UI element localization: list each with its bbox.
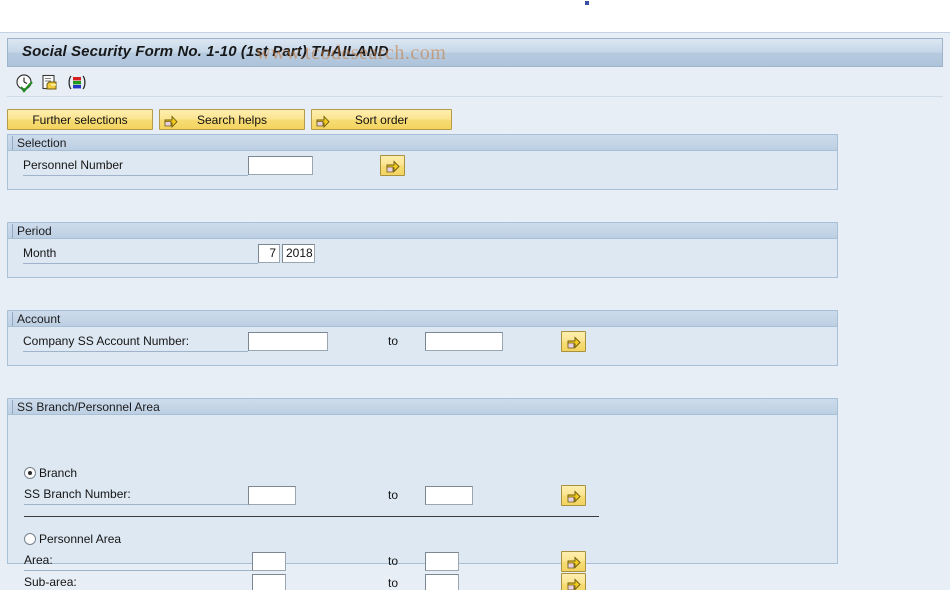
arrow-right-icon bbox=[315, 112, 331, 129]
ss-branch-number-label: SS Branch Number: bbox=[24, 487, 131, 501]
sap-application-window: Social Security Form No. 1-10 (1st Part)… bbox=[0, 0, 950, 590]
personnel-area-radio-label: Personnel Area bbox=[39, 532, 122, 546]
branch-radio-icon[interactable] bbox=[24, 467, 36, 479]
sort-order-button[interactable]: Sort order bbox=[311, 109, 452, 130]
selection-panel-title: Selection bbox=[17, 136, 67, 150]
area-to-input[interactable] bbox=[425, 552, 459, 571]
ss-branch-multiple-selection-button[interactable] bbox=[561, 485, 586, 506]
multiple-selection-arrow-icon bbox=[567, 556, 581, 569]
personnel-area-radio-icon[interactable] bbox=[24, 533, 36, 545]
branch-radio-option[interactable]: Branch bbox=[24, 466, 77, 480]
account-multiple-selection-button[interactable] bbox=[561, 331, 586, 352]
field-underline bbox=[23, 175, 248, 176]
company-ss-account-label: Company SS Account Number: bbox=[23, 334, 190, 348]
further-selections-button[interactable]: Further selections bbox=[7, 109, 153, 130]
execute-icon[interactable] bbox=[15, 73, 35, 93]
account-panel-header: Account bbox=[8, 311, 837, 327]
field-underline bbox=[23, 263, 258, 264]
area-multiple-selection-button[interactable] bbox=[561, 551, 586, 572]
subarea-multiple-selection-button[interactable] bbox=[561, 573, 586, 590]
application-toolbar bbox=[7, 69, 943, 97]
selection-panel: Selection Personnel Number bbox=[7, 134, 838, 190]
personnel-number-multiple-selection-button[interactable] bbox=[380, 155, 405, 176]
search-helps-label: Search helps bbox=[196, 112, 268, 127]
area-label: Area: bbox=[24, 553, 53, 567]
subarea-to-label: to bbox=[388, 576, 399, 590]
period-panel-header: Period bbox=[8, 223, 837, 239]
arrow-right-icon bbox=[163, 112, 179, 129]
multiple-selection-arrow-icon bbox=[567, 490, 581, 503]
account-to-label: to bbox=[388, 334, 399, 348]
selection-panel-header: Selection bbox=[8, 135, 837, 151]
month-label: Month bbox=[23, 246, 57, 260]
field-underline bbox=[24, 504, 248, 505]
personnel-number-input[interactable] bbox=[248, 156, 313, 175]
sap-window-frame: Social Security Form No. 1-10 (1st Part)… bbox=[0, 32, 950, 590]
selection-panel-body: Personnel Number bbox=[8, 151, 837, 189]
watermark-text: www.tcodesearch.com bbox=[256, 42, 447, 64]
multiple-selection-arrow-icon bbox=[567, 336, 581, 349]
account-panel: Account Company SS Account Number: to bbox=[7, 310, 838, 366]
company-ss-account-from-input[interactable] bbox=[248, 332, 328, 351]
sort-order-label: Sort order bbox=[354, 112, 409, 127]
cursor-marker-icon bbox=[585, 1, 589, 5]
ss-branch-number-to-input[interactable] bbox=[425, 486, 473, 505]
branch-personnel-area-panel: SS Branch/Personnel Area Branch SS Branc… bbox=[7, 398, 838, 590]
company-ss-account-to-input[interactable] bbox=[425, 332, 503, 351]
period-panel-title: Period bbox=[17, 224, 52, 238]
branch-panel-title: SS Branch/Personnel Area bbox=[17, 400, 160, 414]
period-panel: Period Month 7 2018 bbox=[7, 222, 838, 278]
year-input[interactable]: 2018 bbox=[282, 244, 315, 263]
top-blank-strip bbox=[0, 0, 950, 32]
area-to-label: to bbox=[388, 554, 399, 568]
period-panel-body: Month 7 2018 bbox=[8, 239, 837, 277]
window-title-bar: Social Security Form No. 1-10 (1st Part)… bbox=[7, 38, 943, 67]
panel-accent-line bbox=[12, 312, 13, 326]
field-underline bbox=[23, 351, 248, 352]
panel-accent-line bbox=[12, 400, 13, 414]
month-input[interactable]: 7 bbox=[258, 244, 280, 263]
field-underline bbox=[24, 570, 252, 571]
section-separator bbox=[24, 516, 599, 517]
account-panel-body: Company SS Account Number: to bbox=[8, 327, 837, 365]
execute-background-icon[interactable] bbox=[41, 73, 61, 93]
panel-accent-line bbox=[12, 136, 13, 150]
subarea-to-input[interactable] bbox=[425, 574, 459, 590]
account-panel-title: Account bbox=[17, 312, 61, 326]
branch-panel-header: SS Branch/Personnel Area bbox=[8, 399, 837, 415]
further-selections-label: Further selections bbox=[32, 112, 128, 127]
multiple-selection-arrow-icon bbox=[567, 578, 581, 590]
personnel-number-label: Personnel Number bbox=[23, 158, 124, 172]
ss-branch-number-from-input[interactable] bbox=[248, 486, 296, 505]
search-helps-button[interactable]: Search helps bbox=[159, 109, 305, 130]
area-from-input[interactable] bbox=[252, 552, 286, 571]
variants-icon[interactable] bbox=[67, 73, 87, 93]
subarea-from-input[interactable] bbox=[252, 574, 286, 590]
branch-radio-label: Branch bbox=[39, 466, 78, 480]
multiple-selection-arrow-icon bbox=[386, 160, 400, 173]
personnel-area-radio-option[interactable]: Personnel Area bbox=[24, 532, 121, 546]
ss-branch-to-label: to bbox=[388, 488, 399, 502]
subarea-label: Sub-area: bbox=[24, 575, 77, 589]
panel-accent-line bbox=[12, 224, 13, 238]
branch-panel-body: Branch SS Branch Number: to Personnel Ar… bbox=[8, 415, 837, 590]
